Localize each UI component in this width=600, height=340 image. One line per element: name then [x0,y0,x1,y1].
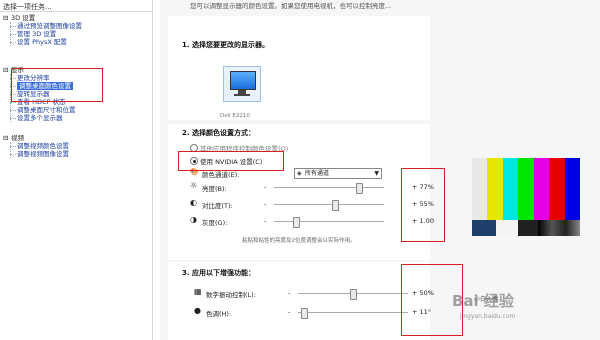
contrast-icon: ◐ [190,198,197,207]
hue-minus: - [288,308,291,316]
color-bar [549,158,566,220]
step3-panel: 3. 应用以下增强功能： ▦ 数字振动控制(L): - + 50% ● 色调(H… [168,262,434,340]
contrast-slider-track[interactable] [274,204,384,206]
tree-collapse-icon[interactable]: ⊟ [3,134,8,142]
task-sidebar: 选择一项任务... ⊟ 3D 设置 ⊟ 显示 ⊟ 视频 通过预览调整图像设置 管理 3D 设置… [0,0,153,340]
color-test-pattern [472,158,581,236]
brightness-slider-track[interactable] [274,187,384,189]
monitor-label: Dell E2210 [220,113,250,119]
step3-title: 3. 应用以下增强功能： [182,269,255,277]
hue-slider-track[interactable] [298,312,408,314]
intro-text: 您可以调整显示器的颜色设置。如果您使用电视机，也可以控制亮度... [190,2,392,10]
display-monitor-tile[interactable] [223,66,261,102]
step2-panel: 2. 选择颜色设置方式： 其他应用程序控制颜色设置(O) 使用 NVIDIA 设… [168,124,434,260]
color-bar [564,158,581,220]
sidebar-task-item[interactable]: 设置 PhysX 配置 [17,38,67,46]
step1-title: 1. 选择您要更改的显示器。 [182,41,269,49]
step1-panel: 1. 选择您要更改的显示器。 Dell E2210 [168,16,430,120]
watermark-side-text: 小白一键 [474,296,499,303]
test-pattern-block [538,220,580,236]
contrast-label: 对比度(T): [202,202,233,210]
tree-category: 3D 设置 [11,14,36,22]
brightness-slider-thumb[interactable] [355,183,363,194]
hue-label: 色调(H): [206,310,232,318]
contrast-minus: - [264,200,267,208]
sidebar-task-item[interactable]: 调整视频颜色设置 [17,142,69,150]
tree-collapse-icon[interactable]: ⊟ [3,14,8,22]
gamma-slider-track[interactable] [274,221,384,223]
sidebar-divider [0,11,152,12]
vibrance-icon: ▦ [194,287,202,296]
select-icon: ◈ [297,170,302,177]
sun-icon: ☼ [190,181,198,190]
gamma-label: 灰度(G): [202,219,228,227]
hue-slider-thumb[interactable] [300,308,308,319]
sidebar-task-item[interactable]: 调整视频图像设置 [17,150,69,158]
color-channel-select[interactable]: ◈ 所有通道 ▼ [294,168,382,179]
sidebar-task-item[interactable]: 调整桌面尺寸和位置 [17,106,76,114]
test-pattern-block [496,220,518,236]
annotation-box-radio [178,151,284,171]
color-bar [518,158,535,220]
tree-collapse-icon[interactable]: ⊟ [3,66,8,74]
test-pattern-block [472,220,496,236]
gamma-slider-thumb[interactable] [293,217,300,228]
color-bar [502,158,519,220]
step2-title: 2. 选择颜色设置方式： [182,129,255,137]
vibrance-slider-thumb[interactable] [350,289,357,300]
gamma-icon: ◑ [190,215,197,224]
vibrance-minus: - [288,289,291,297]
color-bar [487,158,504,220]
annotation-box-sidebar [11,68,103,102]
color-bar [533,158,550,220]
gamma-minus: - [264,217,267,225]
gamma-note: 粘贴和粘性的亮度及2位度调整会以实际作用。 [242,238,356,244]
color-channel-value: 所有通道 [305,170,330,177]
sidebar-task-item[interactable]: 设置多个显示器 [17,114,63,122]
tree-connector [10,142,11,158]
tree-category: 视频 [11,134,24,142]
watermark-url: jingyan.baidu.com [460,313,516,320]
brightness-label: 亮度(B): [202,185,227,193]
test-pattern-block [518,220,538,236]
sidebar-task-item[interactable]: 通过预览调整图像设置 [17,22,82,30]
contrast-slider-thumb[interactable] [331,200,339,211]
chevron-down-icon: ▼ [374,170,379,177]
sidebar-task-item[interactable]: 管理 3D 设置 [17,30,56,38]
monitor-icon [230,71,256,90]
brightness-minus: - [264,183,267,191]
tree-connector [10,22,11,46]
vibrance-label: 数字振动控制(L): [206,291,256,299]
color-bar [472,158,488,220]
annotation-box-values [401,168,445,242]
hue-icon: ● [194,306,201,315]
